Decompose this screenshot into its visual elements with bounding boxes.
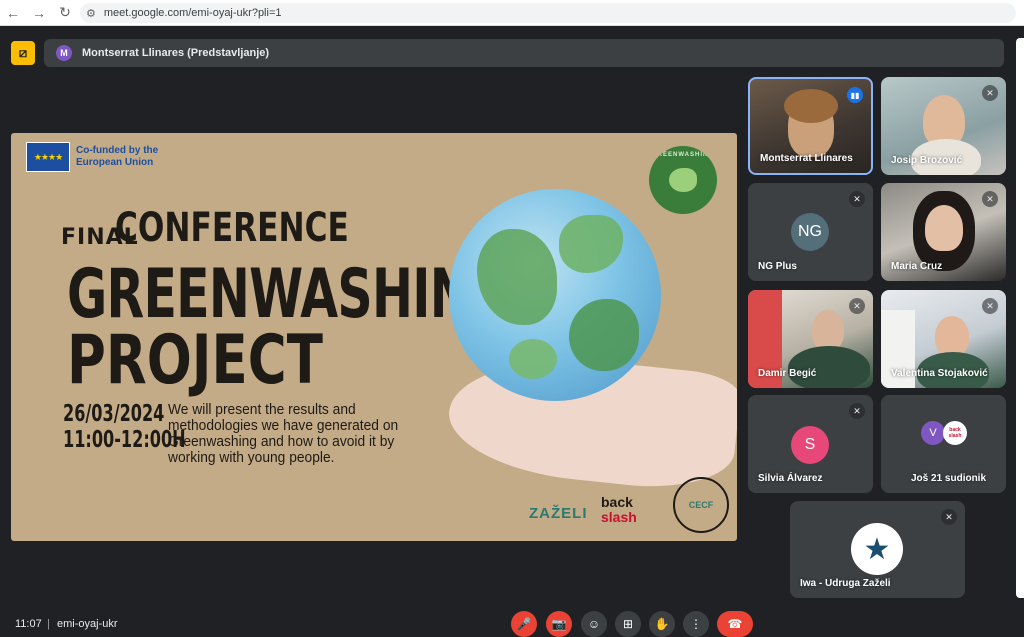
present-screen-icon: ⊞ [622,617,634,631]
separator: | [47,618,50,630]
participant-tile[interactable]: S ✕ Silvia Álvarez [748,395,873,493]
presentation-toggle-button[interactable]: ⧄ [11,41,35,65]
mic-off-icon: ✕ [849,403,865,419]
mic-off-icon: 🎤 [516,617,532,631]
reload-button[interactable]: ↻ [52,0,78,26]
participant-tile[interactable]: ★ ✕ Iwa - Udruga Zaželi [790,501,965,598]
arrow-left-icon: ← [6,4,20,21]
greenwashing-logo: GREENWASHING [649,146,717,214]
url-text: meet.google.com/emi-oyaj-ukr?pli=1 [103,7,282,19]
meeting-code: emi-oyaj-ukr [57,618,118,630]
mic-off-icon: ✕ [849,298,865,314]
clock: 11:07 [15,618,42,630]
partner-logo-cecf: CECF [673,477,729,533]
eu-flag-icon: ★★★★ [26,142,70,172]
star-icon: ★ [851,523,903,575]
participant-name: Josip Brozović [891,155,963,166]
browser-toolbar: ← → ↻ ⚙ meet.google.com/emi-oyaj-ukr?pli… [0,0,1024,26]
participant-tile[interactable]: ✕ Valentina Stojaković [881,290,1006,388]
hand-icon: ✋ [654,617,670,631]
leave-call-button[interactable]: ☎ [717,611,753,637]
participant-name: Valentina Stojaković [891,368,988,379]
participant-name: Maria Cruz [891,261,943,272]
slide-title-project: PROJECT [67,321,323,400]
mic-toggle-button[interactable]: 🎤 [511,611,537,637]
participant-tile[interactable]: ✕ Josip Brozović [881,77,1006,175]
slide-title-conference: CONFERENCE [115,205,349,251]
address-bar[interactable]: ⚙ meet.google.com/emi-oyaj-ukr?pli=1 [80,3,1016,23]
mic-off-icon: ✕ [941,509,957,525]
more-participants-tile[interactable]: V back slash Još 21 sudionik [881,395,1006,493]
avatar: S [791,426,829,464]
arrow-right-icon: → [32,4,46,21]
participant-count: Još 21 sudionik [911,473,987,484]
present-screen-button[interactable]: ⊞ [615,611,641,637]
site-info-icon[interactable]: ⚙ [86,7,96,20]
reload-icon: ↻ [59,4,71,20]
forward-button[interactable]: → [26,0,52,26]
more-options-button[interactable]: ⋮ [683,611,709,637]
participant-tile[interactable]: ✕ Maria Cruz [881,183,1006,281]
raise-hand-button[interactable]: ✋ [649,611,675,637]
side-panel-edge [1016,38,1024,598]
participant-tile[interactable]: NG ✕ NG Plus [748,183,873,281]
eu-cofunded-text: Co-funded by the European Union [76,145,159,168]
mic-off-icon: ✕ [982,191,998,207]
participant-tile[interactable]: ▮▮ Montserrat Llinares [748,77,873,175]
participant-name: NG Plus [758,261,797,272]
back-button[interactable]: ← [0,0,26,26]
avatar: V [921,421,945,445]
slide-description: We will present the results and methodol… [168,401,399,466]
present-icon: ⧄ [18,45,28,60]
speaking-indicator-icon: ▮▮ [847,87,863,103]
shared-presentation: ★★★★ Co-funded by the European Union GRE… [11,133,737,541]
camera-off-icon: 📷 [551,617,567,631]
participant-name: Montserrat Llinares [760,153,853,164]
participant-name: Iwa - Udruga Zaželi [800,578,891,589]
reactions-button[interactable]: ☺ [581,611,607,637]
avatar: back slash [943,421,967,445]
avatar: M [56,45,72,61]
partner-logo-backslash: back slash [601,494,637,525]
participant-tile[interactable]: ✕ Damir Begić [748,290,873,388]
mic-off-icon: ✕ [982,298,998,314]
participant-name: Damir Begić [758,368,817,379]
mic-off-icon: ✕ [982,85,998,101]
partner-logo-zazeli: ZAŽELI [529,505,588,522]
more-vert-icon: ⋮ [690,617,702,631]
globe-illustration [449,189,661,401]
camera-toggle-button[interactable]: 📷 [546,611,572,637]
emoji-icon: ☺ [587,617,601,631]
participant-name: Silvia Álvarez [758,473,823,484]
avatar: NG [791,213,829,251]
presenter-label: Montserrat Llinares (Predstavljanje) [82,47,270,59]
mic-off-icon: ✕ [849,191,865,207]
presenter-bar: M Montserrat Llinares (Predstavljanje) [44,39,1004,67]
end-call-icon: ☎ [727,617,743,631]
